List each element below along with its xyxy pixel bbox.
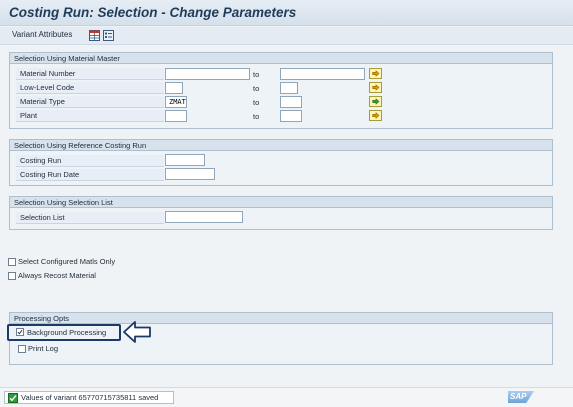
costing-run-input[interactable] xyxy=(165,154,205,166)
print-log-label: Print Log xyxy=(28,344,59,353)
background-processing-label: Background Processing xyxy=(27,328,107,337)
material-number-from-input[interactable] xyxy=(165,68,250,80)
group-title-processing-opts: Processing Opts xyxy=(10,313,552,324)
costing-run-date-label: Costing Run Date xyxy=(16,169,164,181)
to-label: to xyxy=(253,112,260,121)
status-message: Values of variant 65770715735811 saved xyxy=(21,393,159,402)
to-label: to xyxy=(253,98,260,107)
arrow-right-icon[interactable] xyxy=(369,110,382,121)
to-label: to xyxy=(253,70,260,79)
plant-label: Plant xyxy=(16,110,164,122)
always-recost-label: Always Recost Material xyxy=(18,271,96,280)
list-icon[interactable] xyxy=(103,30,114,41)
group-material-master: Selection Using Material Master Material… xyxy=(9,52,553,129)
to-label: to xyxy=(253,84,260,93)
select-configured-label: Select Configured Matls Only xyxy=(18,257,116,266)
status-bar: Values of variant 65770715735811 saved S… xyxy=(0,387,573,407)
always-recost-checkbox[interactable] xyxy=(8,272,16,280)
arrow-right-icon[interactable] xyxy=(369,96,382,107)
application-toolbar: Variant Attributes xyxy=(0,27,573,45)
print-log-checkbox[interactable] xyxy=(18,345,26,353)
group-title-reference-costing-run: Selection Using Reference Costing Run xyxy=(10,140,552,151)
material-type-from-input[interactable]: ZMAT xyxy=(165,96,187,108)
selection-list-input[interactable] xyxy=(165,211,243,223)
low-level-code-label: Low-Level Code xyxy=(16,82,164,94)
plant-to-input[interactable] xyxy=(280,110,302,122)
arrow-right-icon[interactable] xyxy=(369,68,382,79)
plant-from-input[interactable] xyxy=(165,110,187,122)
group-reference-costing-run: Selection Using Reference Costing Run Co… xyxy=(9,139,553,186)
selection-list-label: Selection List xyxy=(16,212,164,224)
success-check-icon xyxy=(8,393,18,403)
select-configured-checkbox[interactable] xyxy=(8,258,16,266)
page-title: Costing Run: Selection - Change Paramete… xyxy=(9,5,297,20)
low-level-code-from-input[interactable] xyxy=(165,82,183,94)
arrow-left-outline-icon xyxy=(123,321,151,343)
variant-attributes-button[interactable]: Variant Attributes xyxy=(12,30,72,39)
material-type-label: Material Type xyxy=(16,96,164,108)
table-icon[interactable] xyxy=(89,30,100,41)
costing-run-date-input[interactable] xyxy=(165,168,215,180)
costing-run-label: Costing Run xyxy=(16,155,164,167)
background-processing-checkbox[interactable] xyxy=(16,328,24,336)
sap-logo-text: SAP xyxy=(510,392,527,401)
low-level-code-to-input[interactable] xyxy=(280,82,298,94)
group-selection-list: Selection Using Selection List Selection… xyxy=(9,196,553,230)
material-number-to-input[interactable] xyxy=(280,68,365,80)
material-number-label: Material Number xyxy=(16,68,164,80)
arrow-right-icon[interactable] xyxy=(369,82,382,93)
group-title-selection-list: Selection Using Selection List xyxy=(10,197,552,208)
title-bar: Costing Run: Selection - Change Paramete… xyxy=(0,0,573,26)
sap-logo: SAP xyxy=(508,391,534,403)
group-title-material-master: Selection Using Material Master xyxy=(10,53,552,64)
material-type-to-input[interactable] xyxy=(280,96,302,108)
